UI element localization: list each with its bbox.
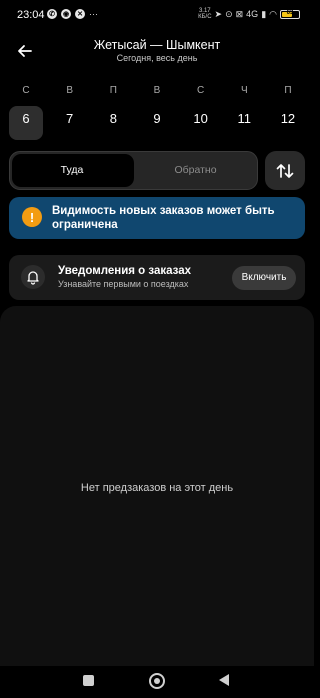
wifi-icon: ◠ bbox=[269, 8, 277, 19]
order-notifications-card: Уведомления о заказах Узнавайте первыми … bbox=[9, 255, 305, 300]
date-picker: С 6 В 7 П 8 В 9 С 10 Ч 11 П 12 bbox=[6, 85, 308, 141]
date-day-11[interactable]: Ч 11 bbox=[224, 85, 264, 141]
app-icon: ✕ bbox=[75, 9, 85, 19]
day-of-week-label: С bbox=[22, 85, 30, 96]
day-number: 7 bbox=[66, 111, 74, 126]
empty-state-text: Нет предзаказов на этот день bbox=[80, 482, 234, 494]
network-type: 4G bbox=[246, 9, 259, 19]
day-of-week-label: П bbox=[109, 85, 117, 96]
day-of-week-label: С bbox=[197, 85, 205, 96]
day-of-week-label: В bbox=[153, 85, 161, 96]
notifications-subtitle: Узнавайте первыми о поездках bbox=[58, 279, 189, 289]
day-of-week-label: Ч bbox=[240, 85, 248, 96]
preorders-panel: Нет предзаказов на этот день bbox=[0, 306, 314, 666]
swap-arrows-icon bbox=[276, 163, 294, 178]
home-button[interactable] bbox=[149, 673, 165, 689]
day-number: 8 bbox=[109, 111, 117, 126]
day-number: 11 bbox=[237, 111, 252, 126]
notifications-title: Уведомления о заказах bbox=[58, 265, 192, 277]
data-saver-icon: ⊠ bbox=[235, 8, 244, 19]
day-of-week-label: В bbox=[66, 85, 73, 96]
status-notification-icons: ✆ ◉ ✕ ··· bbox=[47, 9, 98, 19]
date-day-9[interactable]: В9 bbox=[137, 85, 177, 141]
whatsapp-icon: ✆ bbox=[47, 9, 57, 19]
tab-back[interactable]: Обратно bbox=[134, 152, 257, 189]
swap-direction-button[interactable] bbox=[265, 151, 305, 190]
date-day-7[interactable]: В7 bbox=[50, 85, 90, 141]
status-time: 23:04 bbox=[17, 9, 45, 21]
battery-icon: 63 bbox=[280, 9, 300, 19]
day-number: 12 bbox=[280, 111, 296, 126]
day-number: 9 bbox=[153, 111, 161, 126]
day-of-week-label: П bbox=[284, 85, 292, 96]
system-back-button[interactable] bbox=[219, 674, 229, 686]
recent-apps-button[interactable] bbox=[83, 675, 94, 686]
visibility-warning-banner: ! Видимость новых заказов может быть огр… bbox=[9, 197, 305, 239]
warning-text: Видимость новых заказов может быть огран… bbox=[52, 205, 275, 231]
signal-icon: ▮ bbox=[261, 8, 267, 19]
route-subtitle: Сегодня, весь день bbox=[116, 53, 198, 63]
location-icon: ➤ bbox=[214, 8, 223, 19]
status-bar: 23:04 ✆ ◉ ✕ ··· 3.17 КБ/С ➤ ⊙ ⊠ 4G ▮ ◠ 6… bbox=[0, 0, 314, 32]
enable-notifications-button[interactable]: Включить bbox=[232, 266, 296, 290]
tab-there[interactable]: Туда bbox=[10, 152, 134, 189]
route-title: Жетысай — Шымкент bbox=[93, 38, 221, 52]
route-header: Жетысай — Шымкент Сегодня, весь день bbox=[0, 34, 314, 66]
day-number: 10 bbox=[193, 111, 208, 126]
network-speed: 3.17 КБ/С bbox=[198, 8, 212, 20]
date-day-12[interactable]: П 12 bbox=[268, 85, 308, 141]
system-navigation-bar bbox=[0, 666, 314, 698]
status-right-icons: 3.17 КБ/С ➤ ⊙ ⊠ 4G ▮ ◠ 63 bbox=[198, 8, 300, 20]
direction-toggle: Туда Обратно bbox=[9, 151, 258, 190]
battery-level: 63 bbox=[286, 9, 294, 16]
notification-icon: ◉ bbox=[61, 9, 71, 19]
date-day-6[interactable]: С6 bbox=[6, 85, 46, 141]
date-day-10[interactable]: С 10 bbox=[181, 85, 221, 141]
bell-icon bbox=[21, 265, 45, 289]
date-day-8[interactable]: П8 bbox=[93, 85, 133, 141]
exclamation-icon: ! bbox=[22, 207, 42, 227]
hotspot-icon: ⊙ bbox=[225, 8, 233, 19]
day-number: 6 bbox=[22, 111, 30, 126]
more-icon: ··· bbox=[89, 9, 98, 19]
